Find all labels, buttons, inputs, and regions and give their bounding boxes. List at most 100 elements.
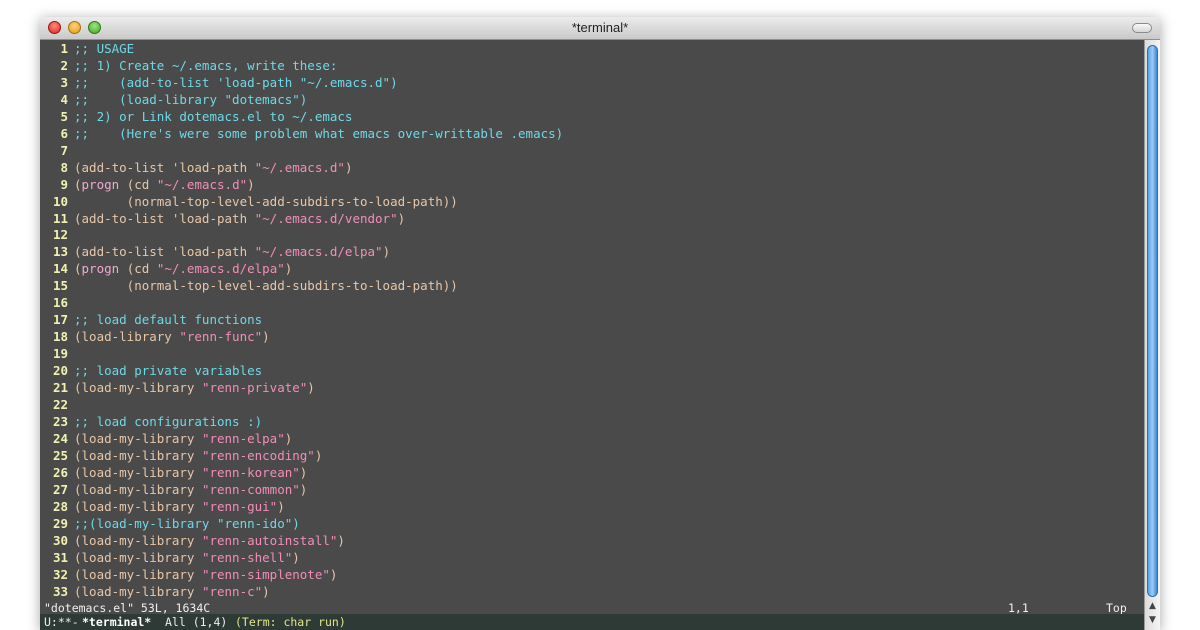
code-line[interactable]: 15 (normal-top-level-add-subdirs-to-load… bbox=[44, 278, 563, 295]
line-text: ;; load configurations :) bbox=[74, 414, 262, 429]
window-title: *terminal* bbox=[571, 20, 629, 35]
code-token: ) bbox=[314, 447, 323, 463]
code-line[interactable]: 13 (add-to-list 'load-path "~/.emacs.d/el… bbox=[44, 244, 563, 261]
line-number: 14 bbox=[52, 261, 68, 277]
modeline-buffer-name: *terminal* bbox=[82, 615, 152, 629]
code-line[interactable]: 7 bbox=[44, 143, 563, 160]
code-line[interactable]: 4 ;; (load-library "dotemacs") bbox=[44, 92, 563, 109]
code-line[interactable]: 10 (normal-top-level-add-subdirs-to-load… bbox=[44, 194, 563, 211]
line-number: 15 bbox=[52, 278, 68, 294]
line-number: 23 bbox=[52, 413, 68, 429]
code-token: "renn-gui" bbox=[201, 498, 278, 514]
code-token: ) bbox=[299, 464, 308, 480]
code-line[interactable]: 32 (load-my-library "renn-simplenote") bbox=[44, 567, 563, 584]
code-line[interactable]: 26 (load-my-library "renn-korean") bbox=[44, 465, 563, 482]
line-number: 9 bbox=[60, 176, 68, 192]
code-line[interactable]: 27 (load-my-library "renn-common") bbox=[44, 482, 563, 499]
code-line[interactable]: 22 bbox=[44, 397, 563, 414]
code-token: "renn-private" bbox=[201, 380, 308, 396]
code-token: ;; load configurations :) bbox=[74, 413, 263, 429]
code-token: (add-to-list 'load-path bbox=[74, 244, 255, 260]
line-text: ;;(load-my-library "renn-ido") bbox=[74, 516, 300, 531]
code-line[interactable]: 1 ;; USAGE bbox=[44, 41, 563, 58]
line-text: (add-to-list 'load-path "~/.emacs.d") bbox=[74, 160, 352, 175]
line-text: ;; load default functions bbox=[74, 312, 262, 327]
code-line[interactable]: 23 ;; load configurations :) bbox=[44, 414, 563, 431]
code-line[interactable]: 21 (load-my-library "renn-private") bbox=[44, 380, 563, 397]
code-line[interactable]: 12 bbox=[44, 227, 563, 244]
code-token: ) bbox=[299, 481, 308, 497]
vertical-scrollbar[interactable]: ▲ ▼ bbox=[1144, 40, 1160, 630]
code-line[interactable]: 14 (progn (cd "~/.emacs.d/elpa") bbox=[44, 261, 563, 278]
line-number: 3 bbox=[60, 74, 68, 90]
scroll-down-arrow-icon[interactable]: ▼ bbox=[1145, 614, 1160, 626]
code-token: ) bbox=[284, 261, 293, 277]
code-line[interactable]: 28 (load-my-library "renn-gui") bbox=[44, 499, 563, 516]
line-number: 8 bbox=[60, 159, 68, 175]
code-line[interactable]: 19 bbox=[44, 346, 563, 363]
code-line[interactable]: 9 (progn (cd "~/.emacs.d") bbox=[44, 177, 563, 194]
code-token: (load-my-library bbox=[74, 380, 202, 396]
code-line[interactable]: 8 (add-to-list 'load-path "~/.emacs.d") bbox=[44, 160, 563, 177]
line-text: ;; (add-to-list 'load-path "~/.emacs.d") bbox=[74, 75, 398, 90]
code-line[interactable]: 29 ;;(load-my-library "renn-ido") bbox=[44, 516, 563, 533]
code-lines[interactable]: 1 ;; USAGE 2 ;; 1) Create ~/.emacs, write t… bbox=[44, 41, 563, 600]
line-text: ;; (Here's were some problem what emacs … bbox=[74, 126, 563, 141]
editor-area[interactable]: 1 ;; USAGE 2 ;; 1) Create ~/.emacs, write t… bbox=[40, 40, 1144, 612]
code-token: (add-to-list 'load-path bbox=[74, 159, 255, 175]
line-number: 13 bbox=[52, 244, 68, 260]
line-number: 16 bbox=[52, 295, 68, 311]
scroll-position: Top bbox=[1106, 601, 1127, 615]
scroll-up-arrow-icon[interactable]: ▲ bbox=[1145, 600, 1160, 612]
code-line[interactable]: 24 (load-my-library "renn-elpa") bbox=[44, 431, 563, 448]
code-line[interactable]: 2 ;; 1) Create ~/.emacs, write these: bbox=[44, 58, 563, 75]
code-token: ) bbox=[382, 244, 391, 260]
line-text: (load-my-library "renn-elpa") bbox=[74, 431, 292, 446]
code-token: (cd bbox=[119, 261, 157, 277]
code-token: (load-my-library bbox=[74, 583, 202, 599]
code-token: ( bbox=[74, 176, 82, 192]
code-line[interactable]: 25 (load-my-library "renn-encoding") bbox=[44, 448, 563, 465]
title-bar[interactable]: *terminal* bbox=[40, 17, 1160, 40]
code-line[interactable]: 33 (load-my-library "renn-c") bbox=[44, 584, 563, 601]
code-line[interactable]: 30 (load-my-library "renn-autoinstall") bbox=[44, 533, 563, 550]
line-number: 19 bbox=[52, 346, 68, 362]
mode-line: U:**- *terminal* All (1,4) (Term: char r… bbox=[40, 614, 1144, 630]
code-token: (normal-top-level-add-subdirs-to-load-pa… bbox=[74, 193, 458, 209]
code-line[interactable]: 17 ;; load default functions bbox=[44, 312, 563, 329]
line-text: (normal-top-level-add-subdirs-to-load-pa… bbox=[74, 278, 458, 293]
code-line[interactable]: 11 (add-to-list 'load-path "~/.emacs.d/ve… bbox=[44, 211, 563, 228]
code-token: ;; (load-library "dotemacs") bbox=[74, 91, 308, 107]
code-line[interactable]: 5 ;; 2) or Link dotemacs.el to ~/.emacs bbox=[44, 109, 563, 126]
code-token: ;; USAGE bbox=[74, 41, 135, 56]
code-token: ) bbox=[307, 380, 315, 396]
code-token: (load-my-library bbox=[74, 481, 202, 497]
code-token: "renn-c" bbox=[201, 583, 263, 599]
line-text: ;; load private variables bbox=[74, 363, 262, 378]
line-number: 30 bbox=[52, 532, 68, 548]
line-text: (load-my-library "renn-common") bbox=[74, 482, 307, 497]
code-token: ) bbox=[292, 549, 300, 565]
code-line[interactable]: 3 ;; (add-to-list 'load-path "~/.emacs.d"… bbox=[44, 75, 563, 92]
code-line[interactable]: 6 ;; (Here's were some problem what emacs… bbox=[44, 126, 563, 143]
cursor-position: 1,1 bbox=[1008, 601, 1029, 615]
code-token: "renn-korean" bbox=[201, 464, 300, 480]
modeline-mode: (Term: char run) bbox=[235, 615, 346, 629]
code-line[interactable]: 16 bbox=[44, 295, 563, 312]
code-token: (load-my-library bbox=[74, 549, 202, 565]
code-token: ) bbox=[247, 176, 255, 192]
line-number: 4 bbox=[60, 91, 68, 107]
code-line[interactable]: 18 (load-library "renn-func") bbox=[44, 329, 563, 346]
line-number: 5 bbox=[60, 108, 68, 124]
line-number: 29 bbox=[52, 515, 68, 531]
toolbar-toggle-button[interactable] bbox=[1132, 23, 1152, 33]
scrollbar-thumb[interactable] bbox=[1147, 45, 1158, 597]
code-token: ;; 2) or Link dotemacs.el to ~/.emacs bbox=[74, 108, 353, 124]
code-line[interactable]: 20 ;; load private variables bbox=[44, 363, 563, 380]
code-token: "renn-encoding" bbox=[201, 447, 315, 463]
line-number: 22 bbox=[52, 397, 68, 413]
code-token: ) bbox=[277, 498, 285, 514]
code-line[interactable]: 31 (load-my-library "renn-shell") bbox=[44, 550, 563, 567]
code-token: ;; (Here's were some problem what emacs … bbox=[74, 125, 564, 141]
line-number: 10 bbox=[52, 193, 68, 209]
